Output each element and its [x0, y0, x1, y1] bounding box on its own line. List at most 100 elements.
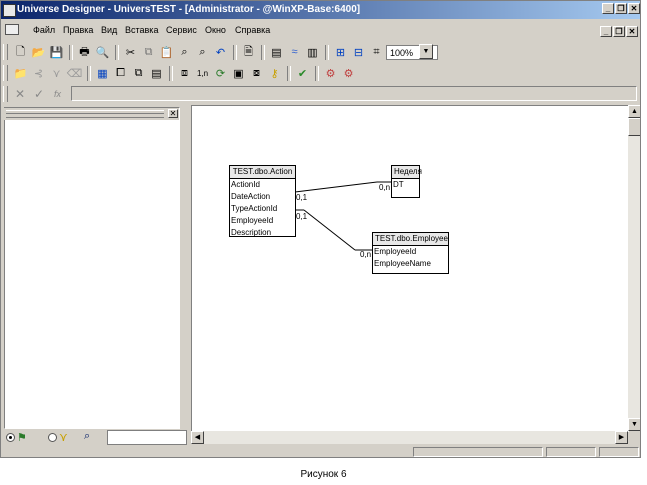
cut-icon[interactable]: ✂ [122, 44, 139, 61]
title-bar: Universe Designer - UniversTEST - [Admin… [1, 1, 640, 19]
universe-pane[interactable] [4, 107, 180, 429]
detect-contexts-icon[interactable]: ⚙ [322, 65, 339, 82]
arrange-tables-icon[interactable]: ⊞ [332, 44, 349, 61]
standard-toolbar: 🗋 📂 💾 🖶 🔍 ✂ ⧉ 📋 ⌕ ⌕ ↶ 🗎 ▤ ≈ ▥ ⊞ ⊟ ⌗ 100% [3, 42, 438, 62]
window-title: Universe Designer - UniversTEST - [Admin… [17, 4, 361, 15]
eraser-icon[interactable]: ⌫ [66, 65, 83, 82]
table-column[interactable]: EmployeeId [373, 246, 448, 258]
menu-window[interactable]: Окно [205, 25, 226, 35]
classes-objects-radio[interactable] [6, 433, 15, 442]
list-view-icon[interactable]: ▣ [230, 65, 247, 82]
status-panel [546, 447, 596, 457]
insert-join-icon[interactable]: ⧠ [112, 65, 129, 82]
app-icon [3, 4, 16, 17]
table-column[interactable]: EmployeeId [230, 215, 295, 227]
view-list-mode-icon[interactable]: ⊟ [350, 44, 367, 61]
formula-input[interactable] [71, 86, 637, 101]
detect-aliases-icon[interactable]: ⚙ [340, 65, 357, 82]
restore-button[interactable]: ❐ [615, 3, 627, 14]
find-next-icon[interactable]: ⌕ [194, 44, 211, 61]
status-panel [413, 447, 543, 457]
print-icon[interactable]: 🖶 [76, 44, 93, 61]
structure-canvas[interactable]: TEST.dbo.Action ActionId DateAction Type… [191, 105, 629, 432]
doc-minimize-button[interactable]: _ [600, 26, 612, 37]
menu-file[interactable]: Файл [33, 25, 55, 35]
refresh-structure-icon[interactable]: ⟳ [212, 65, 229, 82]
table-column[interactable]: EmployeeName [373, 258, 448, 270]
status-panel [599, 447, 639, 457]
parameters-icon[interactable]: 🗎 [240, 44, 257, 61]
menu-edit[interactable]: Правка [63, 25, 93, 35]
print-preview-icon[interactable]: 🔍 [94, 44, 111, 61]
join-line[interactable] [303, 209, 356, 251]
table-nedelya[interactable]: Неделя DT [391, 165, 422, 198]
tables-only-icon[interactable]: ⌗ [368, 44, 385, 61]
key-icon[interactable]: ⚷ [266, 65, 283, 82]
status-bar [191, 445, 640, 457]
horizontal-scrollbar[interactable]: ◀ ▶ [191, 431, 628, 444]
object-icon[interactable]: ⊰ [30, 65, 47, 82]
minimize-button[interactable]: _ [602, 3, 614, 14]
open-icon[interactable]: 📂 [30, 44, 47, 61]
scroll-left-icon[interactable]: ◀ [191, 431, 204, 444]
join-cardinality: 0,n [379, 183, 391, 192]
paste-icon[interactable]: 📋 [158, 44, 175, 61]
insert-table-icon[interactable]: ▦ [94, 65, 111, 82]
table-column[interactable]: ActionId [230, 179, 295, 191]
detect-loops-icon[interactable]: ⧇ [248, 65, 265, 82]
copy-icon[interactable]: ⧉ [140, 44, 157, 61]
cancel-icon: ✕ [15, 87, 26, 101]
scroll-right-icon[interactable]: ▶ [615, 431, 628, 444]
zoom-value: 100% [390, 47, 414, 58]
scroll-down-icon[interactable]: ▼ [628, 418, 640, 431]
derived-table-icon[interactable]: ▤ [148, 65, 165, 82]
close-button[interactable]: ✕ [628, 3, 640, 14]
figure-caption: Рисунок 6 [300, 469, 347, 480]
menu-insert[interactable]: Вставка [125, 25, 158, 35]
doc-close-button[interactable]: ✕ [626, 26, 638, 37]
fx-icon: fx [54, 89, 62, 99]
structure-icon[interactable]: ▥ [304, 44, 321, 61]
conditions-radio[interactable] [48, 433, 57, 442]
join-cardinality: 0,1 [296, 193, 308, 202]
universe-pane-header: ✕ [4, 108, 179, 120]
filter-icon: ⋎ [59, 430, 68, 444]
menu-bar: Файл Правка Вид Вставка Сервис Окно Спра… [1, 20, 640, 41]
table-action[interactable]: TEST.dbo.Action ActionId DateAction Type… [229, 165, 296, 237]
join-line[interactable] [294, 181, 378, 193]
contexts-icon[interactable]: ⧈ [176, 65, 193, 82]
class-icon[interactable]: 📁 [12, 65, 29, 82]
table-browser-icon[interactable]: ▤ [268, 44, 285, 61]
pane-close-button[interactable]: ✕ [168, 109, 178, 118]
table-header: TEST.dbo.Employee [373, 233, 448, 246]
join-cardinality: 0,n [360, 250, 372, 259]
binoculars-icon[interactable]: ⌕ [84, 430, 90, 443]
menu-tools[interactable]: Сервис [166, 25, 197, 35]
search-input[interactable] [107, 430, 187, 445]
table-column[interactable]: DateAction [230, 191, 295, 203]
universe-pane-toolbar: ⚑ ⋎ ⌕ [4, 429, 189, 447]
cardinality-icon[interactable]: 1,n [194, 65, 211, 82]
table-column[interactable]: Description [230, 227, 295, 239]
table-header: Неделя [392, 166, 422, 179]
menu-view[interactable]: Вид [101, 25, 117, 35]
undo-icon[interactable]: ↶ [212, 44, 229, 61]
connection-icon[interactable]: ≈ [286, 44, 303, 61]
doc-restore-button[interactable]: ❐ [613, 26, 625, 37]
find-icon[interactable]: ⌕ [176, 44, 193, 61]
save-icon[interactable]: 💾 [48, 44, 65, 61]
vertical-scroll-thumb[interactable] [628, 118, 640, 136]
menu-help[interactable]: Справка [235, 25, 270, 35]
vertical-scrollbar[interactable]: ▲ ▼ [628, 105, 640, 431]
chevron-down-icon[interactable]: ▼ [419, 44, 433, 59]
table-employee[interactable]: TEST.dbo.Employee EmployeeId EmployeeNam… [372, 232, 449, 274]
new-icon[interactable]: 🗋 [12, 44, 29, 61]
condition-icon[interactable]: ⋎ [48, 65, 65, 82]
scroll-up-icon[interactable]: ▲ [628, 105, 640, 118]
formula-bar: ✕ ✓ fx [3, 85, 639, 103]
insert-alias-icon[interactable]: ⧉ [130, 65, 147, 82]
document-icon[interactable] [5, 24, 19, 35]
table-column[interactable]: TypeActionId [230, 203, 295, 215]
check-integrity-icon[interactable]: ✔ [294, 65, 311, 82]
table-column[interactable]: DT [392, 179, 419, 191]
